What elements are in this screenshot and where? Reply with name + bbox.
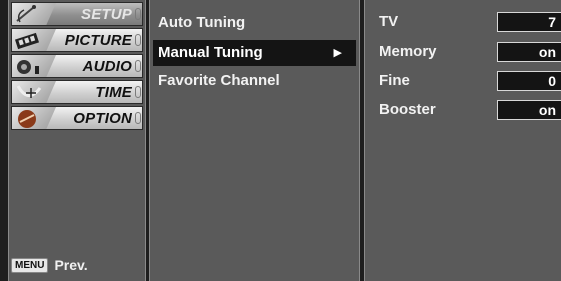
menu-item-notch — [135, 60, 141, 72]
menu-item-picture[interactable]: PICTURE — [11, 28, 143, 52]
right-triangle-icon: ▶ — [333, 47, 342, 59]
menu-item-label: OPTION — [73, 110, 132, 127]
submenu-item-auto-tuning[interactable]: Auto Tuning — [153, 10, 356, 36]
menu-item-notch — [135, 112, 141, 124]
tuning-row-memory[interactable]: Memory on — [379, 42, 561, 64]
tuning-row-booster[interactable]: Booster on — [379, 100, 561, 122]
tuning-row-value[interactable]: 0 — [497, 71, 561, 91]
option-badge-icon — [18, 110, 36, 128]
menu-item-notch — [135, 86, 141, 98]
prev-label: Prev. — [54, 257, 88, 273]
menu-item-option[interactable]: OPTION — [11, 106, 143, 130]
submenu-item-label: Manual Tuning — [158, 44, 263, 61]
submenu-item-favorite-channel[interactable]: Favorite Channel — [153, 68, 356, 94]
menu-item-time[interactable]: TIME — [11, 80, 143, 104]
menu-item-setup[interactable]: SETUP — [11, 2, 143, 26]
menu-item-label: PICTURE — [64, 32, 132, 49]
speaker-icon — [17, 60, 39, 74]
submenu-item-label: Favorite Channel — [158, 72, 280, 89]
main-menu: SETUP PICTURE AUDIO TIME OPTION MENU Pre… — [8, 0, 146, 281]
tuning-row-label: Memory — [379, 43, 437, 60]
submenu-item-manual-tuning[interactable]: Manual Tuning ▶ — [153, 40, 356, 66]
satellite-dish-icon — [16, 5, 36, 23]
tuning-row-label: Fine — [379, 72, 410, 89]
manual-tuning-panel: TV 7 Memory on Fine 0 Booster on — [364, 0, 561, 281]
menu-item-label: SETUP — [80, 6, 132, 23]
tuning-row-label: TV — [379, 13, 399, 30]
submenu-item-label: Auto Tuning — [158, 14, 246, 31]
menu-item-notch — [135, 34, 141, 46]
menu-item-notch — [135, 8, 141, 20]
tuning-row-fine[interactable]: Fine 0 — [379, 71, 561, 93]
menu-item-audio[interactable]: AUDIO — [11, 54, 143, 78]
tuning-row-value[interactable]: on — [497, 100, 561, 120]
menu-item-label: AUDIO — [82, 58, 132, 75]
film-strip-icon — [14, 32, 40, 50]
setup-submenu: Auto Tuning Manual Tuning ▶ Favorite Cha… — [149, 0, 360, 281]
menu-footer: MENU Prev. — [11, 257, 88, 273]
tuning-row-value[interactable]: on — [497, 42, 561, 62]
clock-icon — [16, 85, 42, 98]
tv-osd-frame: SETUP PICTURE AUDIO TIME OPTION MENU Pre… — [0, 0, 561, 281]
menu-item-label: TIME — [95, 84, 132, 101]
tuning-row-tv[interactable]: TV 7 — [379, 12, 561, 34]
menu-key-badge[interactable]: MENU — [11, 257, 49, 273]
tuning-row-label: Booster — [379, 101, 436, 118]
tuning-row-value[interactable]: 7 — [497, 12, 561, 32]
